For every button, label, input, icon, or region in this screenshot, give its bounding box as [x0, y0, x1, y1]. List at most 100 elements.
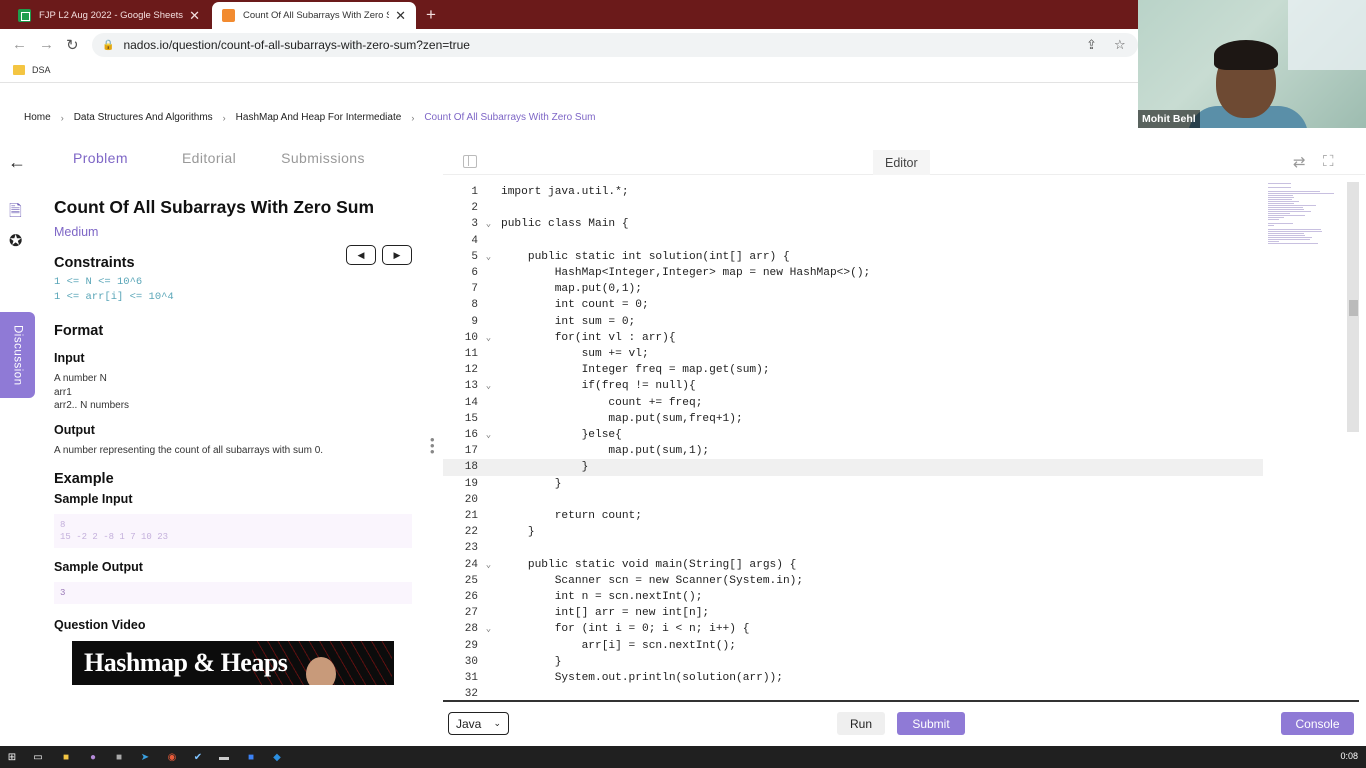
run-button[interactable]: Run: [837, 712, 885, 735]
minimap-line: [1268, 211, 1312, 212]
submit-button[interactable]: Submit: [897, 712, 965, 735]
code-line[interactable]: 21 return count;: [443, 508, 1263, 524]
breadcrumb-dsa[interactable]: Data Structures And Algorithms: [74, 112, 213, 123]
app-icon[interactable]: ✔: [191, 750, 205, 764]
code-line[interactable]: 29 arr[i] = scn.nextInt();: [443, 638, 1263, 654]
breadcrumb-home[interactable]: Home: [24, 112, 51, 123]
code-line[interactable]: 15 map.put(sum,freq+1);: [443, 411, 1263, 427]
minimap-line: [1268, 205, 1316, 206]
url-field[interactable]: 🔒 nados.io/question/count-of-all-subarra…: [92, 33, 1138, 57]
code-line[interactable]: 28 ⌄ for (int i = 0; i < n; i++) {: [443, 621, 1263, 637]
fold-chevron-icon[interactable]: ⌄: [478, 624, 499, 634]
reload-icon[interactable]: ↻: [66, 36, 79, 54]
code-line[interactable]: 11 sum += vl;: [443, 346, 1263, 362]
minimap-line: [1268, 223, 1294, 224]
editor-scrollbar-thumb[interactable]: [1349, 300, 1358, 316]
document-icon[interactable]: 🗎: [9, 200, 22, 227]
code-line[interactable]: 18 }: [443, 459, 1263, 476]
code-line[interactable]: 3 ⌄ public class Main {: [443, 216, 1263, 232]
code-line[interactable]: 5 ⌄ public static int solution(int[] arr)…: [443, 249, 1263, 265]
code-line[interactable]: 14 count += freq;: [443, 395, 1263, 411]
tab-submissions[interactable]: Submissions: [281, 150, 365, 176]
minimap-line: [1268, 187, 1291, 188]
new-tab-button[interactable]: +: [426, 5, 436, 25]
discussion-tab[interactable]: Discussion: [0, 312, 35, 398]
file-explorer-icon[interactable]: ■: [59, 750, 73, 764]
editor-header: Editor ⇄ ⛶: [443, 150, 1365, 175]
browser-tab-sheets[interactable]: FJP L2 Aug 2022 - Google Sheets ✕: [8, 2, 210, 29]
minimap-line: [1268, 225, 1274, 226]
code-editor[interactable]: 1 import java.util.*; 2 3 ⌄ public class Main…: [443, 182, 1359, 702]
console-button[interactable]: Console: [1281, 712, 1354, 735]
code-line[interactable]: 9 int sum = 0;: [443, 314, 1263, 330]
fold-chevron-icon[interactable]: ⌄: [478, 219, 499, 229]
back-arrow-icon[interactable]: ←: [12, 36, 27, 53]
language-select[interactable]: Java ⌄: [448, 712, 509, 735]
code-line[interactable]: 12 Integer freq = map.get(sum);: [443, 362, 1263, 378]
fold-chevron-icon[interactable]: ⌄: [478, 333, 499, 343]
back-arrow-icon[interactable]: ←: [8, 152, 26, 173]
split-view-icon[interactable]: [463, 155, 477, 168]
telegram-icon[interactable]: ➤: [138, 750, 152, 764]
close-icon[interactable]: ✕: [395, 8, 406, 24]
zoom-icon[interactable]: ■: [244, 750, 258, 764]
reset-icon[interactable]: ⇄: [1293, 153, 1306, 171]
vscode-icon[interactable]: ◆: [270, 750, 284, 764]
panel-resize-handle[interactable]: • • •: [430, 433, 435, 458]
fold-chevron-icon[interactable]: ⌄: [478, 560, 499, 570]
code-line[interactable]: 22 }: [443, 524, 1263, 540]
star-icon[interactable]: ☆: [1114, 37, 1126, 53]
browser-tab-nados[interactable]: Count Of All Subarrays With Zero Sum ✕: [212, 2, 416, 29]
code-line[interactable]: 19 }: [443, 476, 1263, 492]
video-thumbnail[interactable]: Hashmap & Heaps: [72, 641, 394, 685]
prev-problem-button[interactable]: ◀: [346, 245, 376, 265]
task-view-icon[interactable]: ▭: [31, 750, 45, 764]
award-icon[interactable]: ✪: [9, 231, 22, 251]
fold-chevron-icon[interactable]: ⌄: [478, 381, 499, 391]
windows-start-icon[interactable]: ⊞: [5, 750, 19, 764]
code-line[interactable]: 13 ⌄ if(freq != null){: [443, 378, 1263, 394]
code-line[interactable]: 6 HashMap<Integer,Integer> map = new Has…: [443, 265, 1263, 281]
minimap-line: [1268, 231, 1322, 232]
breadcrumb-hashmap[interactable]: HashMap And Heap For Intermediate: [236, 112, 402, 123]
code-line[interactable]: 25 Scanner scn = new Scanner(System.in);: [443, 573, 1263, 589]
share-icon[interactable]: ⇪: [1086, 37, 1097, 53]
app-icon[interactable]: ▬: [217, 750, 231, 764]
line-number: 7: [471, 283, 478, 296]
app-icon[interactable]: ■: [112, 750, 126, 764]
chrome-icon[interactable]: ◉: [165, 750, 179, 764]
code-line[interactable]: 24 ⌄ public static void main(String[] arg…: [443, 557, 1263, 573]
output-heading: Output: [54, 422, 95, 437]
code-line[interactable]: 16 ⌄ }else{: [443, 427, 1263, 443]
problem-tabs: Problem Editorial Submissions: [42, 150, 424, 176]
code-line[interactable]: 20: [443, 492, 1263, 508]
code-line[interactable]: 7 map.put(0,1);: [443, 281, 1263, 297]
close-icon[interactable]: ✕: [189, 8, 200, 24]
fold-chevron-icon[interactable]: ⌄: [478, 430, 499, 440]
code-line[interactable]: 26 int n = scn.nextInt();: [443, 589, 1263, 605]
code-line[interactable]: 1 import java.util.*;: [443, 184, 1263, 200]
presenter-name: Mohit Behl: [1138, 110, 1200, 128]
code-line[interactable]: 4: [443, 233, 1263, 249]
fullscreen-icon[interactable]: ⛶: [1323, 153, 1334, 170]
bookmark-dsa[interactable]: DSA: [13, 65, 51, 75]
code-line[interactable]: 8 int count = 0;: [443, 297, 1263, 313]
code-line[interactable]: 31 System.out.println(solution(arr));: [443, 670, 1263, 686]
app-icon[interactable]: ●: [86, 750, 100, 764]
code-minimap[interactable]: [1268, 182, 1348, 244]
code-line[interactable]: 27 int[] arr = new int[n];: [443, 605, 1263, 621]
code-line[interactable]: 10 ⌄ for(int vl : arr){: [443, 330, 1263, 346]
minimap-line: [1268, 193, 1334, 194]
tab-editor[interactable]: Editor: [873, 150, 930, 175]
code-line[interactable]: 2: [443, 200, 1263, 216]
forward-arrow-icon[interactable]: →: [39, 36, 54, 53]
code-line[interactable]: 32: [443, 686, 1263, 700]
tab-editorial[interactable]: Editorial: [182, 150, 236, 176]
code-line[interactable]: 23: [443, 540, 1263, 556]
fold-chevron-icon[interactable]: ⌄: [478, 252, 499, 262]
code-line[interactable]: 17 map.put(sum,1);: [443, 443, 1263, 459]
next-problem-button[interactable]: ▶: [382, 245, 412, 265]
tab-problem[interactable]: Problem: [73, 150, 128, 176]
tab-label: FJP L2 Aug 2022 - Google Sheets: [39, 10, 184, 21]
code-line[interactable]: 30 }: [443, 654, 1263, 670]
